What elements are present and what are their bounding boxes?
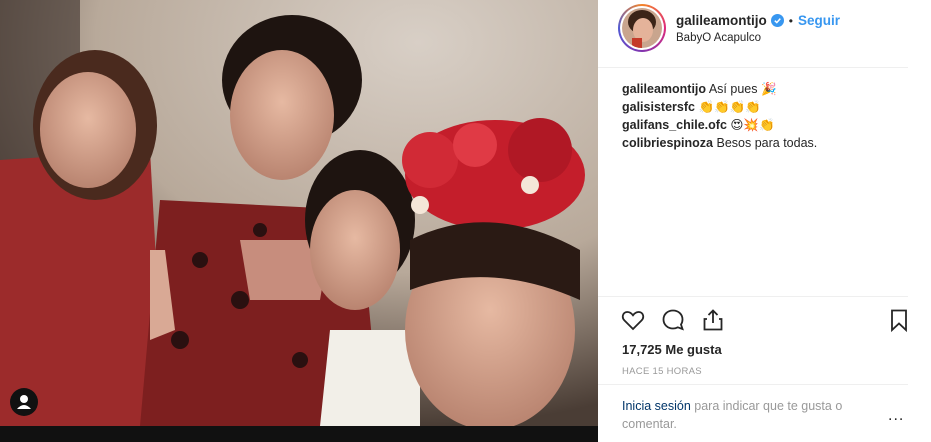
comments-list: galileamontijo Así pues 🎉 galisistersfc … (622, 80, 912, 152)
comment-item: galileamontijo Así pues 🎉 (622, 80, 912, 98)
login-prompt: Inicia sesión para indicar que te gusta … (598, 384, 908, 442)
comment-icon[interactable] (660, 307, 686, 333)
comment-username[interactable]: galifans_chile.ofc (622, 118, 727, 132)
username-row: galileamontijo • Seguir (676, 13, 840, 28)
post-header: galileamontijo • Seguir BabyO Acapulco (598, 0, 908, 68)
photo-illustration (0, 0, 598, 426)
post-photo[interactable] (0, 0, 598, 426)
comment-username[interactable]: colibriespinoza (622, 136, 713, 150)
login-link[interactable]: Inicia sesión (622, 399, 691, 413)
comment-text: Besos para todas. (716, 136, 818, 150)
bookmark-icon[interactable] (886, 307, 912, 333)
heart-icon[interactable] (620, 307, 646, 333)
location-link[interactable]: BabyO Acapulco (676, 32, 761, 44)
share-icon[interactable] (700, 307, 726, 333)
action-bar (598, 296, 908, 344)
login-message: Inicia sesión para indicar que te gusta … (622, 397, 882, 433)
avatar[interactable] (618, 4, 666, 52)
comment-username[interactable]: galisistersfc (622, 100, 695, 114)
separator-dot: • (788, 13, 793, 28)
verified-badge-icon (770, 14, 784, 27)
comment-item: colibriespinoza Besos para todas. (622, 134, 912, 152)
author-username[interactable]: galileamontijo (676, 13, 767, 28)
comment-item: galisistersfc 👏👏👏👏 (622, 98, 912, 116)
likes-count[interactable]: 17,725 Me gusta (622, 342, 722, 357)
comment-item: galifans_chile.ofc 😍💥👏 (622, 116, 912, 134)
photo-bottom-bar (0, 426, 598, 442)
comment-username[interactable]: galileamontijo (622, 82, 706, 96)
comment-text: Así pues 🎉 (708, 82, 777, 96)
post-sidebar: galileamontijo • Seguir BabyO Acapulco g… (598, 0, 931, 442)
post-timestamp[interactable]: HACE 15 HORAS (622, 366, 702, 377)
follow-button[interactable]: Seguir (798, 13, 840, 28)
comment-text: 😍💥👏 (730, 118, 775, 132)
comment-text: 👏👏👏👏 (698, 100, 761, 114)
more-icon[interactable]: ... (888, 407, 904, 425)
user-tag-icon[interactable] (10, 388, 38, 416)
